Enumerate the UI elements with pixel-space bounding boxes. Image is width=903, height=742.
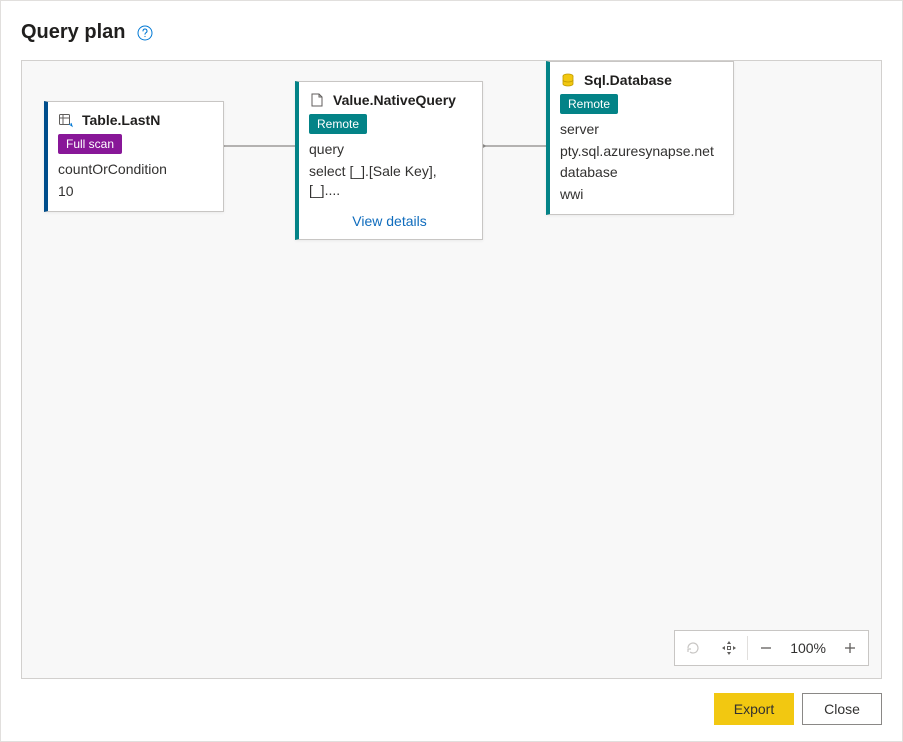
server-value: pty.sql.azuresynapse.net <box>560 142 721 162</box>
node-table-lastn[interactable]: Table.LastN Full scan countOrCondition 1… <box>44 101 224 212</box>
node-sql-database[interactable]: Sql.Database Remote server pty.sql.azure… <box>546 61 734 215</box>
node-param-value: select [_].[Sale Key], [_].... <box>309 162 470 201</box>
node-param-label: query <box>309 140 470 160</box>
reset-view-button[interactable] <box>675 630 711 666</box>
zoom-toolbar: 100% <box>674 630 869 666</box>
server-label: server <box>560 120 721 140</box>
export-button[interactable]: Export <box>714 693 794 725</box>
connector-arrow <box>220 136 300 156</box>
node-param-label: countOrCondition <box>58 160 211 180</box>
connector-arrow <box>481 136 551 156</box>
fit-to-screen-button[interactable] <box>711 630 747 666</box>
node-header: Sql.Database <box>560 72 721 88</box>
database-value: wwi <box>560 185 721 205</box>
zoom-out-button[interactable] <box>748 630 784 666</box>
node-header: Value.NativeQuery <box>309 92 470 108</box>
query-plan-canvas[interactable]: Table.LastN Full scan countOrCondition 1… <box>21 60 882 679</box>
dialog-title: Query plan <box>21 21 125 44</box>
document-icon <box>309 92 325 108</box>
table-icon <box>58 112 74 128</box>
zoom-in-button[interactable] <box>832 630 868 666</box>
query-plan-dialog: Query plan <box>0 0 903 742</box>
close-button[interactable]: Close <box>802 693 882 725</box>
node-title: Value.NativeQuery <box>333 92 456 108</box>
database-label: database <box>560 163 721 183</box>
remote-badge: Remote <box>560 94 618 114</box>
node-param-value: 10 <box>58 182 211 202</box>
help-icon[interactable] <box>137 25 153 41</box>
node-title: Sql.Database <box>584 72 672 88</box>
node-native-query[interactable]: Value.NativeQuery Remote query select [_… <box>295 81 483 240</box>
zoom-level: 100% <box>784 640 832 656</box>
view-details-link[interactable]: View details <box>309 207 470 229</box>
dialog-header: Query plan <box>21 21 882 44</box>
node-header: Table.LastN <box>58 112 211 128</box>
node-title: Table.LastN <box>82 112 160 128</box>
database-icon <box>560 72 576 88</box>
dialog-footer: Export Close <box>21 679 882 725</box>
remote-badge: Remote <box>309 114 367 134</box>
full-scan-badge: Full scan <box>58 134 122 154</box>
